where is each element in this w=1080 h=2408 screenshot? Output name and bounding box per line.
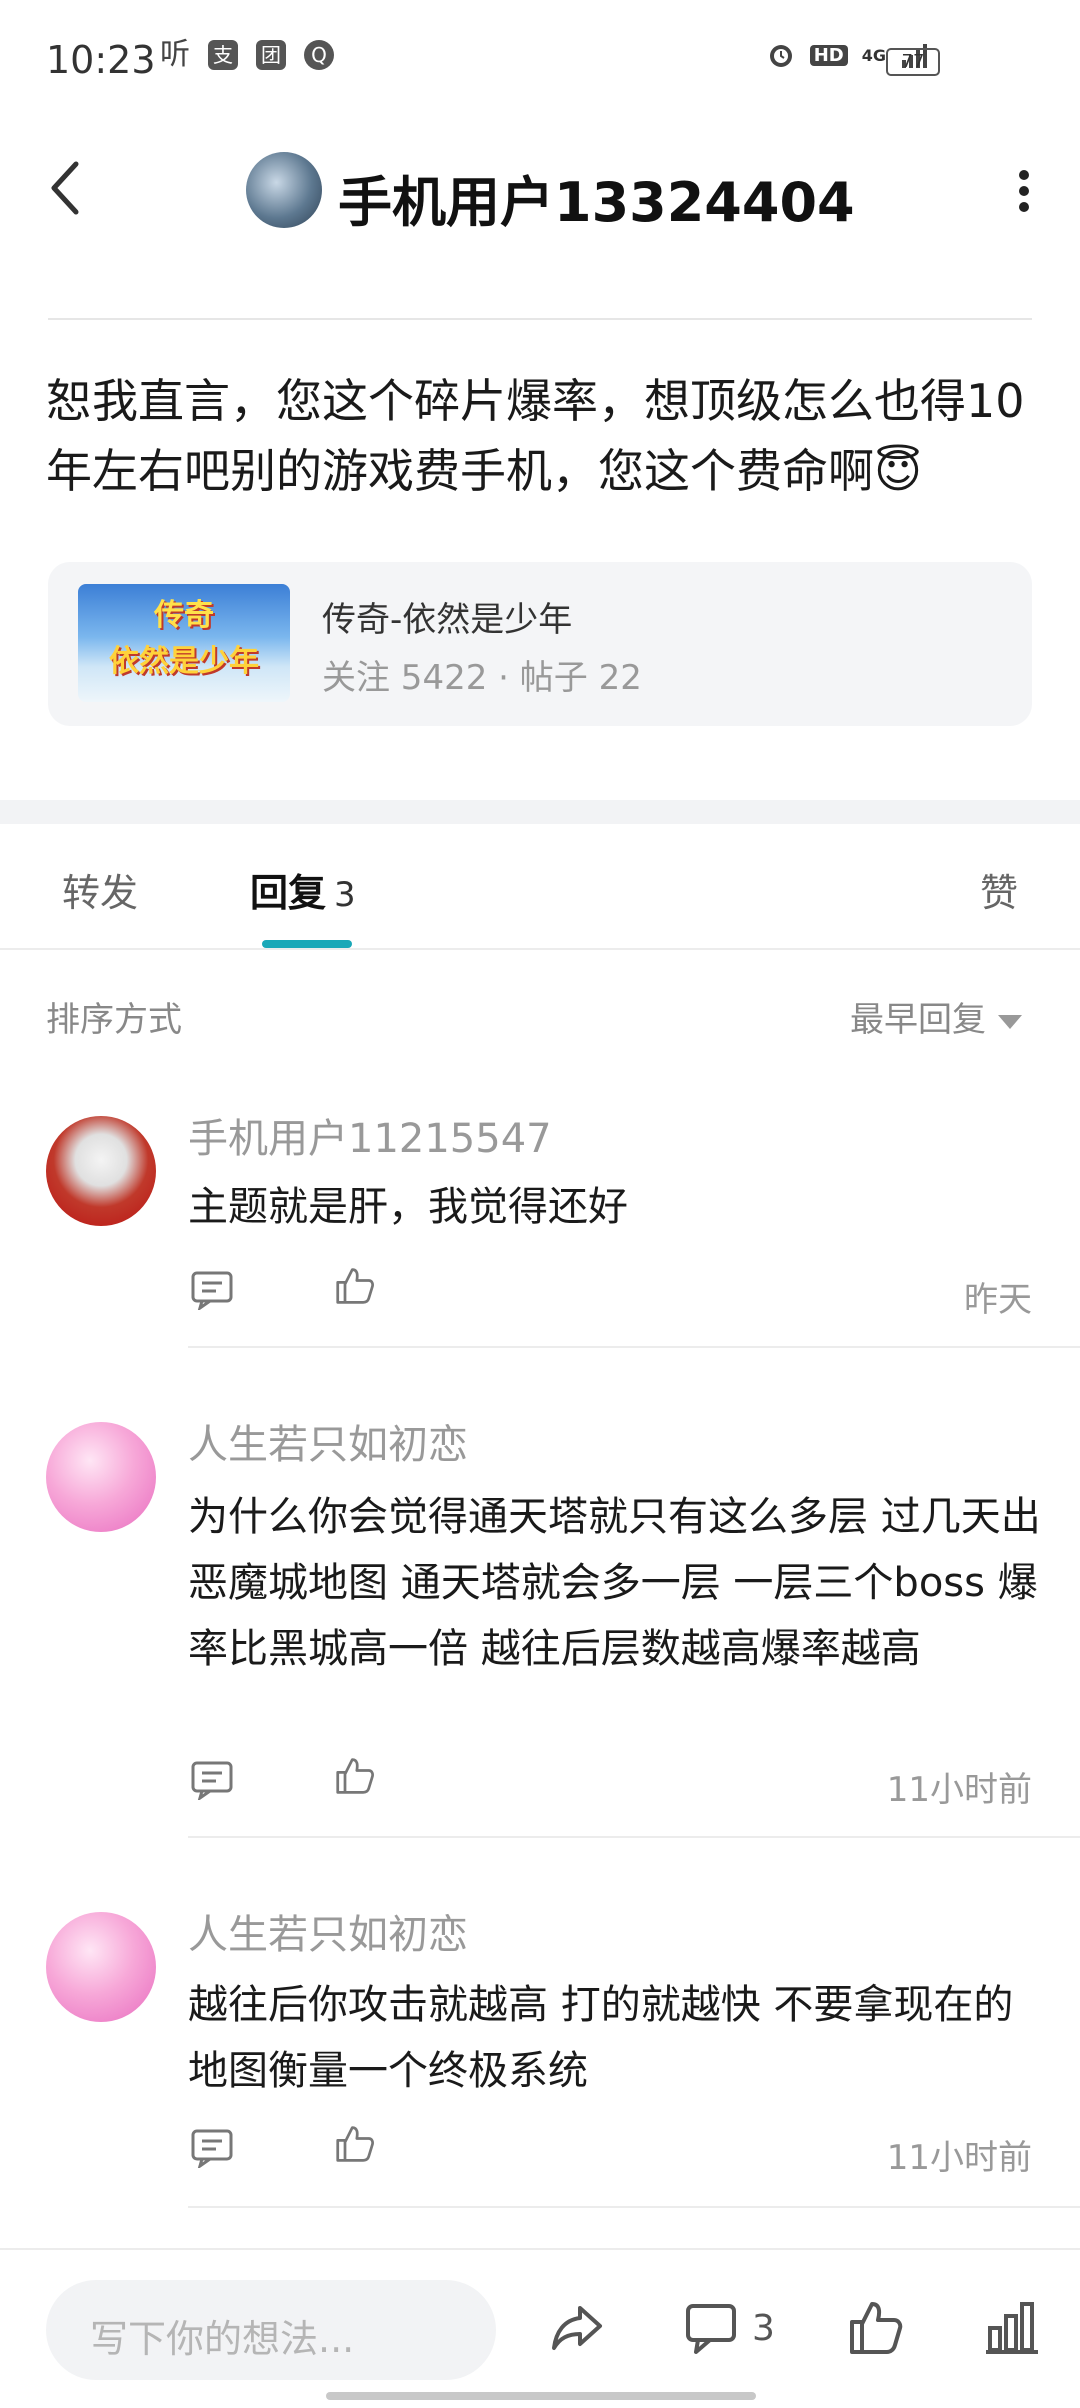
more-options-icon[interactable] <box>1018 170 1030 212</box>
comment-time: 昨天 <box>964 1280 1032 1320</box>
forum-cover-image: 传奇 依然是少年 <box>78 584 290 702</box>
thumbs-up-icon[interactable] <box>332 2124 378 2164</box>
status-left-icons: 听 支 团 Q <box>160 40 334 70</box>
ting-icon: 听 <box>160 37 190 72</box>
like-icon[interactable] <box>848 2300 904 2356</box>
tab-reply-count: 3 <box>334 875 356 915</box>
reply-icon[interactable] <box>190 1270 236 1310</box>
home-indicator[interactable] <box>326 2392 756 2400</box>
thumbs-up-icon[interactable] <box>332 1266 378 1306</box>
header-divider <box>48 318 1032 320</box>
author-name[interactable]: 手机用户13324404 <box>338 158 855 237</box>
commenter-name[interactable]: 人生若只如初恋 <box>188 1412 468 1470</box>
reply-icon[interactable] <box>190 2128 236 2168</box>
back-arrow-icon[interactable] <box>44 158 84 218</box>
comment-text: 越往后你攻击就越高 打的就越快 不要拿现在的地图衡量一个终极系统 <box>188 1982 1014 2094</box>
comment-time: 11小时前 <box>886 2138 1032 2178</box>
status-bar: 10:23 听 支 团 Q HD 4G 77 <box>0 0 1080 110</box>
qq-browser-icon: Q <box>304 40 334 70</box>
hd-icon: HD <box>809 44 848 66</box>
alarm-icon <box>769 45 792 67</box>
status-time: 10:23 <box>46 38 156 82</box>
bottom-bar-divider <box>0 2248 1080 2250</box>
network-label: 4G <box>861 45 886 65</box>
post-content: 恕我直言，您这个碎片爆率，想顶级怎么也得10年左右吧别的游戏费手机，您这个费命啊… <box>46 374 1025 498</box>
comment-input[interactable]: 写下你的想法... <box>46 2280 496 2380</box>
tab-divider <box>0 948 1080 950</box>
comment-text: 为什么你会觉得通天塔就只有这么多层 过几天出恶魔城地图 通天塔就会多一层 一层三… <box>188 1494 1041 1672</box>
alipay-icon: 支 <box>208 40 238 70</box>
section-separator <box>0 800 1080 824</box>
commenter-name[interactable]: 手机用户11215547 <box>188 1106 552 1164</box>
comment-divider <box>188 1836 1080 1838</box>
author-avatar[interactable] <box>246 152 322 228</box>
comment-icon[interactable] <box>684 2300 740 2356</box>
forum-name: 传奇-依然是少年 <box>322 600 573 640</box>
thumbs-up-icon[interactable] <box>332 1756 378 1796</box>
tab-like[interactable]: 赞 <box>980 862 1018 917</box>
tab-reply[interactable]: 回复 3 <box>250 862 356 917</box>
comment-divider <box>188 1346 1080 1348</box>
forum-stats: 关注 5422 · 帖子 22 <box>322 658 642 698</box>
battery-indicator: 77 <box>886 48 940 76</box>
commenter-avatar[interactable] <box>46 1422 156 1532</box>
comment-count: 3 <box>752 2308 775 2349</box>
comment-time: 11小时前 <box>886 1770 1032 1810</box>
comment-input-placeholder: 写下你的想法... <box>90 2317 355 2361</box>
sort-dropdown[interactable]: 最早回复 <box>850 992 1022 1041</box>
comment-text: 主题就是肝，我觉得还好 <box>188 1184 628 1230</box>
commenter-avatar[interactable] <box>46 1116 156 1226</box>
commenter-avatar[interactable] <box>46 1912 156 2022</box>
tab-forward[interactable]: 转发 <box>62 862 138 917</box>
caret-down-icon <box>998 1014 1022 1029</box>
comment-divider <box>188 2206 1080 2208</box>
sort-value: 最早回复 <box>850 1000 986 1040</box>
meituan-icon: 团 <box>256 40 286 70</box>
forum-cover-line2: 依然是少年 <box>109 644 259 679</box>
forum-cover-line1: 传奇 <box>154 598 214 633</box>
share-icon[interactable] <box>548 2300 604 2356</box>
active-tab-indicator <box>262 940 352 948</box>
reply-icon[interactable] <box>190 1760 236 1800</box>
forum-card[interactable]: 传奇 依然是少年 传奇-依然是少年 关注 5422 · 帖子 22 <box>48 562 1032 726</box>
tab-reply-label: 回复 <box>250 871 327 915</box>
stats-icon[interactable] <box>984 2300 1040 2356</box>
sort-label: 排序方式 <box>46 1000 182 1040</box>
commenter-name[interactable]: 人生若只如初恋 <box>188 1902 468 1960</box>
